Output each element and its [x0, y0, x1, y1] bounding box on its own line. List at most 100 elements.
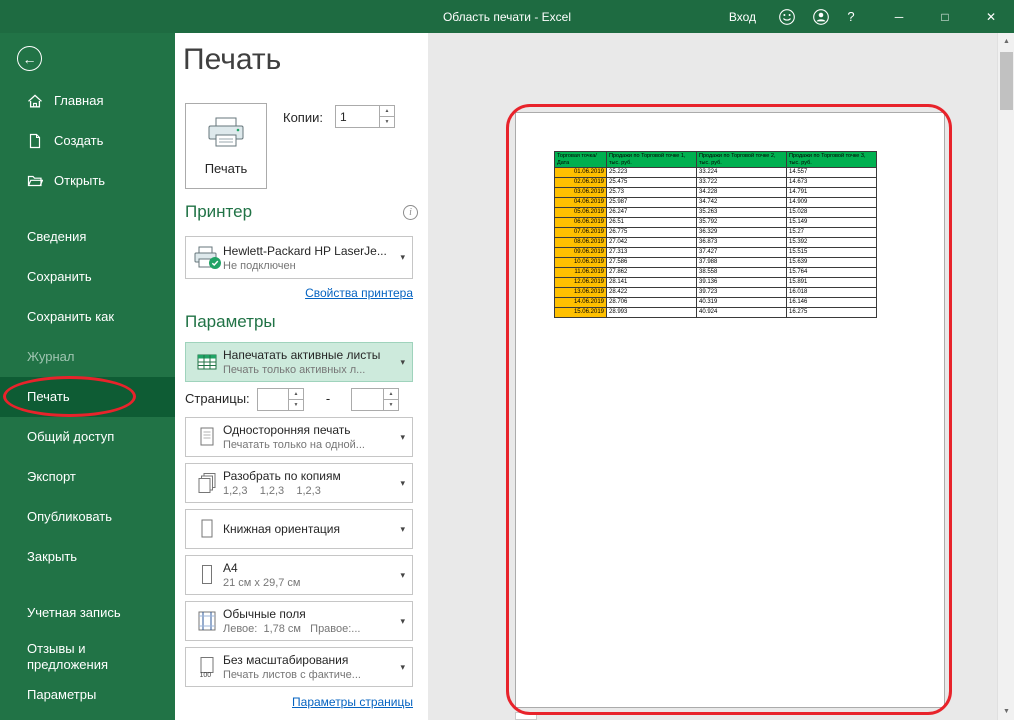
printer-name: Hewlett-Packard HP LaserJe...	[223, 244, 393, 258]
account-avatar-icon[interactable]	[804, 0, 838, 33]
printer-section-heading: Принтер	[185, 202, 252, 222]
sign-in-button[interactable]: Вход	[715, 0, 770, 33]
sidebar-item-save-as[interactable]: Сохранить как	[0, 297, 175, 337]
sidebar-item-label: Отзывы и предложения	[27, 641, 157, 674]
pages-to-up-arrow[interactable]: ▲	[384, 389, 398, 400]
table-row: 08.06.201927.04236.87315.392	[555, 238, 877, 248]
vertical-scrollbar[interactable]: ▲ ▼	[997, 33, 1014, 720]
table-value-cell: 38.558	[697, 268, 787, 278]
copies-up-arrow[interactable]: ▲	[380, 106, 394, 117]
table-value-cell: 28.706	[607, 298, 697, 308]
active-sheets-icon	[191, 351, 223, 373]
printer-icon	[205, 116, 247, 153]
chevron-down-icon: ▾	[393, 357, 405, 368]
sidebar-item-new[interactable]: Создать	[0, 121, 175, 161]
table-value-cell: 26.51	[607, 218, 697, 228]
printer-status-icon	[191, 246, 223, 270]
pages-from-input[interactable]	[258, 389, 288, 410]
print-button-label: Печать	[205, 161, 248, 176]
table-value-cell: 25.223	[607, 168, 697, 178]
scroll-up-arrow[interactable]: ▲	[998, 33, 1014, 50]
pages-from-down-arrow[interactable]: ▼	[289, 400, 303, 410]
sidebar-item-close[interactable]: Закрыть	[0, 537, 175, 577]
duplex-secondary: Печатать только на одной...	[223, 439, 393, 451]
pages-from-up-arrow[interactable]: ▲	[289, 389, 303, 400]
sidebar-item-share[interactable]: Общий доступ	[0, 417, 175, 457]
help-button[interactable]: ?	[838, 0, 864, 33]
sidebar-item-label: Параметры	[27, 687, 96, 703]
table-row: 02.06.201925.47533.72214.673	[555, 178, 877, 188]
copies-stepper: ▲ ▼	[335, 105, 395, 128]
paper-secondary: 21 см x 29,7 см	[223, 577, 393, 589]
sidebar-item-label: Сохранить	[27, 269, 92, 285]
chevron-down-icon: ▾	[393, 524, 405, 535]
table-value-cell: 16.275	[787, 308, 877, 318]
table-value-cell: 39.136	[697, 278, 787, 288]
table-value-cell: 15.764	[787, 268, 877, 278]
table-row: 01.06.201925.22333.22414.557	[555, 168, 877, 178]
table-value-cell: 37.427	[697, 248, 787, 258]
sidebar-item-feedback[interactable]: Отзывы и предложения	[0, 633, 175, 681]
minimize-button[interactable]: ─	[876, 0, 922, 33]
table-header-cell: Продажи по Торговой точке 3, тыс. руб.	[787, 152, 877, 168]
sidebar-item-label: Учетная запись	[27, 605, 121, 621]
paper-size-dropdown[interactable]: A4 21 см x 29,7 см ▾	[185, 555, 413, 595]
paper-primary: A4	[223, 561, 393, 575]
table-row: 06.06.201926.5135.79215.149	[555, 218, 877, 228]
scrollbar-thumb[interactable]	[1000, 52, 1013, 110]
sidebar-item-home[interactable]: Главная	[0, 81, 175, 121]
sidebar-item-label: Открыть	[54, 173, 105, 189]
feedback-smiley-icon[interactable]	[770, 0, 804, 33]
table-row: 05.06.201926.24735.26315.028	[555, 208, 877, 218]
scaling-dropdown[interactable]: 100 Без масштабирования Печать листов с …	[185, 647, 413, 687]
table-value-cell: 36.329	[697, 228, 787, 238]
printer-status: Не подключен	[223, 260, 393, 272]
chevron-down-icon: ▾	[393, 662, 405, 673]
back-button[interactable]: ←	[17, 46, 42, 71]
sidebar-item-print[interactable]: Печать	[0, 377, 175, 417]
sidebar-item-info[interactable]: Сведения	[0, 217, 175, 257]
info-icon[interactable]: i	[403, 205, 418, 220]
sidebar-item-publish[interactable]: Опубликовать	[0, 497, 175, 537]
scaling-primary: Без масштабирования	[223, 653, 393, 667]
page-setup-link[interactable]: Параметры страницы	[185, 695, 413, 709]
printer-properties-link[interactable]: Свойства принтера	[185, 286, 413, 300]
copies-input[interactable]	[336, 106, 379, 127]
maximize-button[interactable]: □	[922, 0, 968, 33]
sidebar-item-options[interactable]: Параметры	[0, 681, 175, 720]
table-value-cell: 40.319	[697, 298, 787, 308]
pages-to-down-arrow[interactable]: ▼	[384, 400, 398, 410]
table-value-cell: 27.862	[607, 268, 697, 278]
orientation-dropdown[interactable]: Книжная ориентация ▾	[185, 509, 413, 549]
margins-secondary: Левое: 1,78 см Правое:...	[223, 623, 393, 635]
printer-dropdown[interactable]: Hewlett-Packard HP LaserJe... Не подключ…	[185, 236, 413, 279]
collate-secondary: 1,2,3 1,2,3 1,2,3	[223, 485, 393, 497]
table-value-cell: 34.742	[697, 198, 787, 208]
pages-to-input[interactable]	[352, 389, 383, 410]
table-row: 15.06.201928.99340.92416.275	[555, 308, 877, 318]
print-what-dropdown[interactable]: Напечатать активные листы Печать только …	[185, 342, 413, 382]
margins-dropdown[interactable]: Обычные поля Левое: 1,78 см Правое:... ▾	[185, 601, 413, 641]
print-button[interactable]: Печать	[185, 103, 267, 189]
collate-dropdown[interactable]: Разобрать по копиям 1,2,3 1,2,3 1,2,3 ▾	[185, 463, 413, 503]
duplex-primary: Односторонняя печать	[223, 423, 393, 437]
sidebar-item-export[interactable]: Экспорт	[0, 457, 175, 497]
close-button[interactable]: ✕	[968, 0, 1014, 33]
sidebar-item-save[interactable]: Сохранить	[0, 257, 175, 297]
margins-primary: Обычные поля	[223, 607, 393, 621]
scroll-down-arrow[interactable]: ▼	[998, 703, 1014, 720]
sidebar-item-open[interactable]: Открыть	[0, 161, 175, 201]
sidebar-item-account[interactable]: Учетная запись	[0, 593, 175, 633]
table-row: 04.06.201925.98734.74214.909	[555, 198, 877, 208]
copies-down-arrow[interactable]: ▼	[380, 117, 394, 127]
table-value-cell: 28.422	[607, 288, 697, 298]
sidebar-item-label: Создать	[54, 133, 103, 149]
sidebar-item-label: Экспорт	[27, 469, 76, 485]
pages-from-stepper: ▲ ▼	[257, 388, 304, 411]
duplex-dropdown[interactable]: Односторонняя печать Печатать только на …	[185, 417, 413, 457]
sidebar-item-history: Журнал	[0, 337, 175, 377]
portrait-orientation-icon	[191, 518, 223, 540]
orientation-primary: Книжная ориентация	[223, 522, 393, 536]
table-value-cell: 33.722	[697, 178, 787, 188]
table-value-cell: 36.873	[697, 238, 787, 248]
